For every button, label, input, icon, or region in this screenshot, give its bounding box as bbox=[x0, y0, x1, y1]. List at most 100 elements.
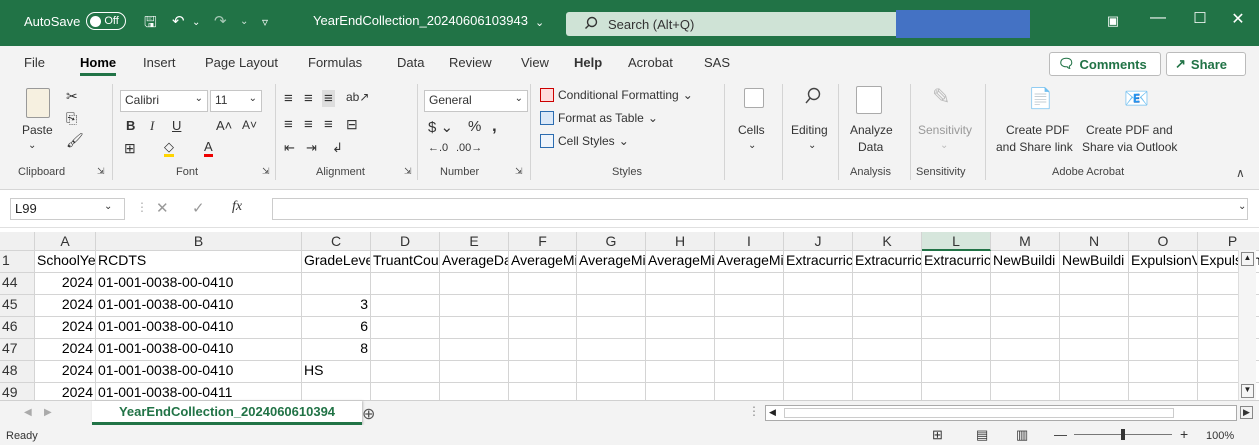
grid-cell[interactable] bbox=[784, 339, 853, 361]
column-header-c[interactable]: C bbox=[302, 232, 371, 251]
decrease-indent-icon[interactable]: ⇤ bbox=[284, 140, 295, 156]
grid-cell[interactable] bbox=[922, 317, 991, 339]
grid-cell[interactable] bbox=[715, 317, 784, 339]
analyze-label[interactable]: Analyze bbox=[850, 123, 893, 137]
orientation-icon[interactable]: ab↗ bbox=[346, 90, 369, 104]
bold-icon[interactable]: B bbox=[126, 118, 135, 133]
scroll-right-icon[interactable]: ▶ bbox=[1240, 406, 1253, 419]
align-right-icon[interactable]: ≡ bbox=[324, 116, 333, 133]
grid-cell[interactable] bbox=[991, 295, 1060, 317]
minimize-icon[interactable]: — bbox=[1138, 9, 1178, 27]
paste-dropdown-icon[interactable]: ⌄ bbox=[28, 140, 36, 151]
chevron-down-icon[interactable]: ⌄ bbox=[808, 140, 816, 151]
zoom-out-icon[interactable]: — bbox=[1054, 427, 1067, 442]
grid-cell[interactable] bbox=[1129, 273, 1198, 295]
grid-cell[interactable] bbox=[1129, 361, 1198, 383]
grid-cell[interactable] bbox=[991, 361, 1060, 383]
align-bottom-icon[interactable]: ≡ bbox=[322, 90, 335, 107]
page-layout-view-icon[interactable]: ▤ bbox=[976, 427, 988, 443]
grid-cell[interactable] bbox=[922, 361, 991, 383]
grid-cell[interactable]: AverageMi bbox=[715, 251, 784, 273]
grid-cell[interactable]: RCDTS bbox=[96, 251, 302, 273]
chevron-down-icon[interactable]: ⌄ bbox=[104, 201, 112, 212]
grid-cell[interactable]: NewBuildi bbox=[1060, 251, 1129, 273]
grid-cell[interactable] bbox=[715, 361, 784, 383]
grid-cell[interactable]: 01-001-0038-00-0410 bbox=[96, 273, 302, 295]
menu-data[interactable]: Data bbox=[397, 55, 424, 70]
grid-cell[interactable] bbox=[1060, 339, 1129, 361]
document-title[interactable]: YearEndCollection_20240606103943 bbox=[313, 13, 528, 28]
cells-icon[interactable] bbox=[744, 88, 764, 108]
grid-cell[interactable]: TruantCou bbox=[371, 251, 440, 273]
grid-cell[interactable] bbox=[1060, 361, 1129, 383]
grid-cell[interactable] bbox=[1129, 295, 1198, 317]
grid-cell[interactable] bbox=[646, 361, 715, 383]
grid-cell[interactable] bbox=[577, 339, 646, 361]
grid-cell[interactable]: 01-001-0038-00-0410 bbox=[96, 339, 302, 361]
alignment-launcher-icon[interactable]: ⇲ bbox=[404, 166, 412, 177]
menu-view[interactable]: View bbox=[521, 55, 549, 70]
align-top-icon[interactable]: ≡ bbox=[284, 90, 293, 107]
column-header-h[interactable]: H bbox=[646, 232, 715, 251]
menu-acrobat[interactable]: Acrobat bbox=[628, 55, 673, 70]
vertical-scrollbar[interactable]: ▲ ▼ bbox=[1238, 250, 1256, 400]
close-icon[interactable]: ✕ bbox=[1218, 9, 1258, 29]
share-outlook-icon[interactable]: 📧 bbox=[1124, 86, 1149, 111]
column-header-l[interactable]: L bbox=[922, 232, 991, 251]
italic-icon[interactable]: I bbox=[150, 118, 154, 134]
grid-cell[interactable] bbox=[853, 339, 922, 361]
font-color-icon[interactable]: A bbox=[204, 140, 213, 157]
scroll-down-icon[interactable]: ▼ bbox=[1241, 384, 1254, 398]
menu-insert[interactable]: Insert bbox=[143, 55, 176, 70]
undo-dropdown-icon[interactable]: ⌄ bbox=[192, 17, 200, 28]
zoom-level[interactable]: 100% bbox=[1206, 430, 1234, 442]
column-header-n[interactable]: N bbox=[1060, 232, 1129, 251]
add-sheet-icon[interactable]: ⊕ bbox=[362, 404, 375, 424]
number-launcher-icon[interactable]: ⇲ bbox=[515, 166, 523, 177]
grid-cell[interactable] bbox=[853, 361, 922, 383]
grid-cell[interactable]: Extracurric bbox=[784, 251, 853, 273]
grid-cell[interactable] bbox=[577, 361, 646, 383]
horizontal-scrollbar[interactable]: ◀ bbox=[765, 405, 1237, 421]
share-button[interactable]: ↗ Share bbox=[1166, 52, 1246, 76]
formula-input[interactable] bbox=[272, 198, 1248, 220]
format-painter-icon[interactable]: 🖌 bbox=[66, 132, 84, 149]
account-redacted[interactable] bbox=[896, 10, 1030, 38]
create-pdf-label[interactable]: Create PDF bbox=[1006, 123, 1069, 137]
search-box[interactable]: Search (Alt+Q) bbox=[566, 12, 902, 36]
editing-search-icon[interactable] bbox=[804, 86, 822, 109]
grid-cell[interactable] bbox=[302, 273, 371, 295]
grid-cell[interactable] bbox=[784, 317, 853, 339]
grid-cell[interactable]: 2024 bbox=[35, 361, 96, 383]
menu-file[interactable]: File bbox=[24, 55, 45, 70]
increase-indent-icon[interactable]: ⇥ bbox=[306, 140, 317, 156]
cells-label[interactable]: Cells bbox=[738, 123, 765, 137]
decrease-font-icon[interactable]: A˅ bbox=[242, 118, 257, 132]
grid-cell[interactable] bbox=[715, 339, 784, 361]
menu-help[interactable]: Help bbox=[574, 55, 602, 70]
grid-cell[interactable]: 3 bbox=[302, 295, 371, 317]
grid-cell[interactable]: 2024 bbox=[35, 273, 96, 295]
column-header-m[interactable]: M bbox=[991, 232, 1060, 251]
grid-cell[interactable]: AverageMi bbox=[509, 251, 577, 273]
align-left-icon[interactable]: ≡ bbox=[284, 116, 293, 133]
scroll-up-icon[interactable]: ▲ bbox=[1241, 252, 1254, 266]
zoom-slider-thumb[interactable] bbox=[1121, 429, 1125, 440]
format-as-table-button[interactable]: Format as Table ⌄ bbox=[540, 111, 658, 125]
conditional-formatting-button[interactable]: Conditional Formatting ⌄ bbox=[540, 88, 693, 102]
column-header-o[interactable]: O bbox=[1129, 232, 1198, 251]
next-sheet-icon[interactable]: ▶ bbox=[44, 407, 52, 418]
grid-cell[interactable] bbox=[784, 273, 853, 295]
grid-cell[interactable] bbox=[922, 295, 991, 317]
cut-icon[interactable]: ✂ bbox=[66, 88, 78, 105]
menu-formulas[interactable]: Formulas bbox=[308, 55, 362, 70]
menu-page-layout[interactable]: Page Layout bbox=[205, 55, 278, 70]
grid-cell[interactable] bbox=[371, 295, 440, 317]
paste-label[interactable]: Paste bbox=[22, 123, 53, 137]
menu-review[interactable]: Review bbox=[449, 55, 492, 70]
grid-cell[interactable] bbox=[577, 295, 646, 317]
scroll-left-icon[interactable]: ◀ bbox=[769, 407, 776, 418]
grid-cell[interactable] bbox=[440, 339, 509, 361]
grid-cell[interactable] bbox=[853, 317, 922, 339]
underline-icon[interactable]: U bbox=[172, 118, 181, 133]
